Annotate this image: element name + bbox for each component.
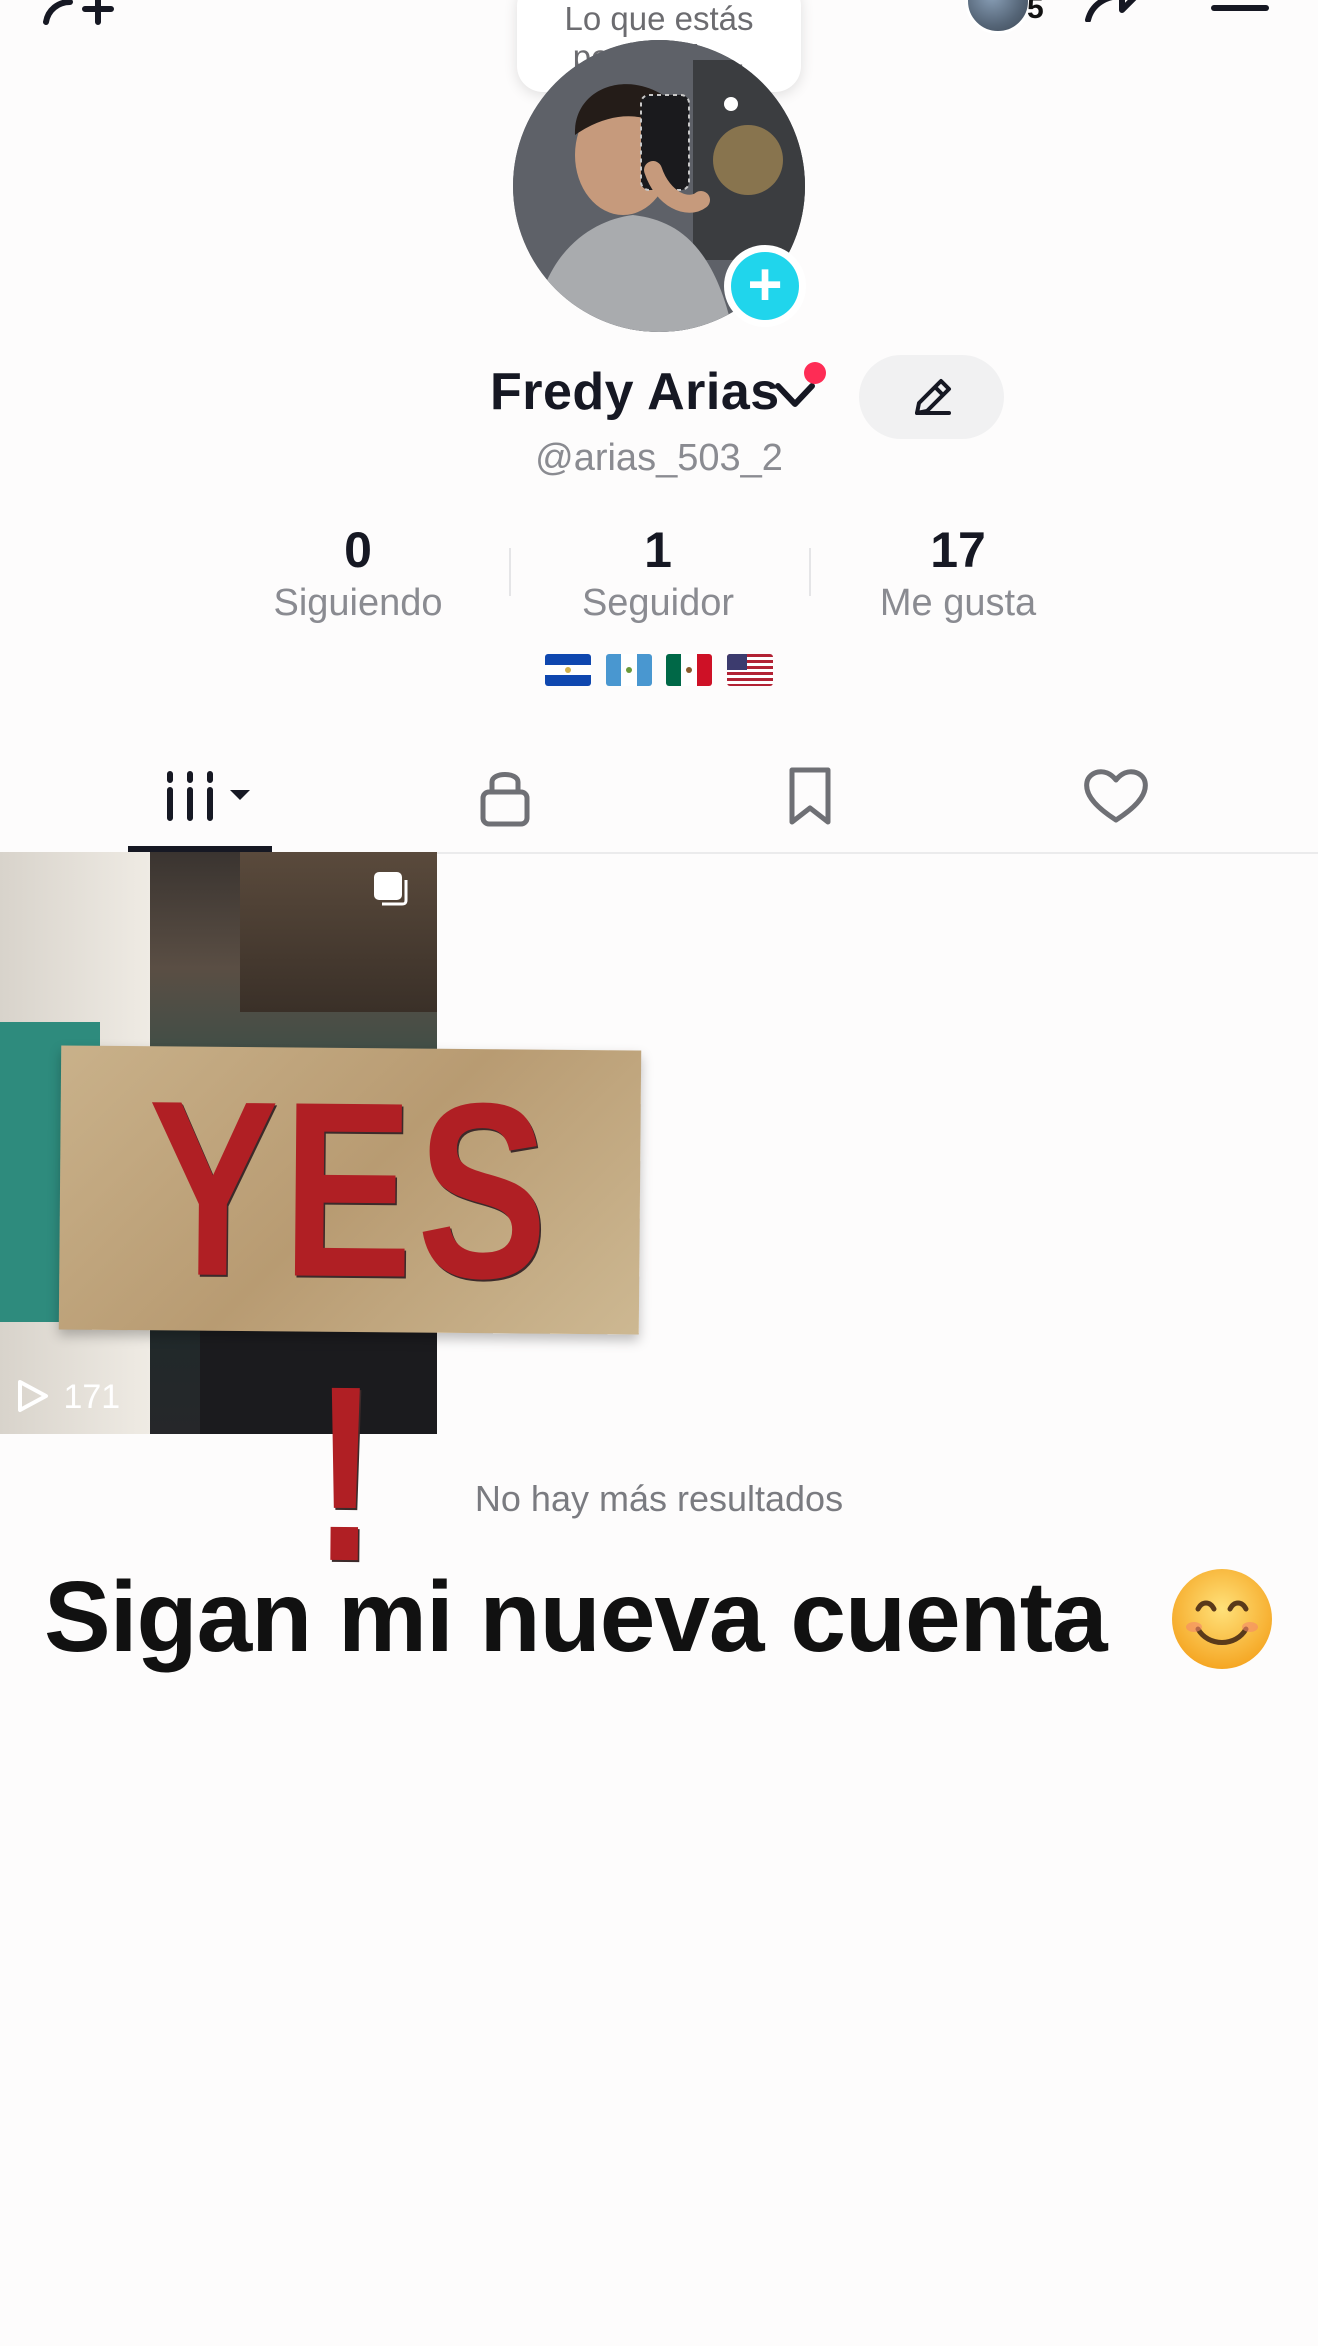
smiling-face-icon — [1172, 1569, 1272, 1669]
notification-dot — [804, 362, 826, 384]
followers-label: Seguidor — [581, 582, 735, 624]
pencil-icon — [915, 379, 951, 415]
guatemala-flag — [605, 654, 652, 686]
tab-videos[interactable] — [50, 740, 350, 852]
lock-icon — [480, 772, 530, 827]
mexico-flag — [666, 654, 713, 686]
followers-count: 1 — [644, 522, 672, 578]
videos-grid-icon — [167, 771, 250, 821]
yes-sticker: YES ! — [58, 1045, 642, 1614]
overlay-message: Sigan mi nueva cuenta — [44, 1561, 1108, 1673]
add-friend-icon[interactable] — [40, 0, 120, 26]
add-story-button[interactable]: + — [724, 245, 806, 327]
following-label: Siguiendo — [273, 582, 443, 624]
plus-icon: + — [731, 252, 799, 320]
share-icon[interactable] — [1082, 0, 1152, 22]
name-row: Fredy Arias — [0, 362, 1318, 432]
el-salvador-flag — [545, 654, 592, 686]
likes-count: 17 — [930, 522, 986, 578]
usa-flag — [726, 654, 773, 686]
stat-likes[interactable]: 17 Me gusta — [808, 520, 1108, 626]
likes-label: Me gusta — [879, 582, 1037, 624]
play-count: 171 — [14, 1378, 120, 1417]
bookmark-icon — [789, 767, 831, 825]
multi-photo-icon — [374, 872, 408, 906]
bio-flags — [0, 654, 1318, 686]
stat-following[interactable]: 0 Siguiendo — [208, 520, 508, 626]
following-count: 0 — [344, 522, 372, 578]
heart-icon — [1084, 769, 1148, 823]
stat-followers[interactable]: 1 Seguidor — [508, 520, 808, 626]
video-views: 171 — [63, 1378, 121, 1416]
no-more-results: No hay más resultados — [474, 1478, 844, 1519]
story-count: 5 — [1027, 0, 1044, 25]
story-viewers-avatar[interactable] — [965, 0, 1031, 34]
username: @arias_503_2 — [535, 437, 783, 479]
profile-tabs — [0, 740, 1318, 854]
tab-saved[interactable] — [660, 740, 960, 852]
yes-sticker-text: YES ! — [146, 1048, 554, 1614]
play-icon — [18, 1380, 48, 1412]
menu-icon[interactable] — [1210, 0, 1270, 20]
tab-private[interactable] — [355, 740, 655, 852]
tab-liked[interactable] — [966, 740, 1266, 852]
display-name[interactable]: Fredy Arias — [490, 362, 780, 422]
edit-profile-button[interactable] — [859, 355, 1004, 439]
